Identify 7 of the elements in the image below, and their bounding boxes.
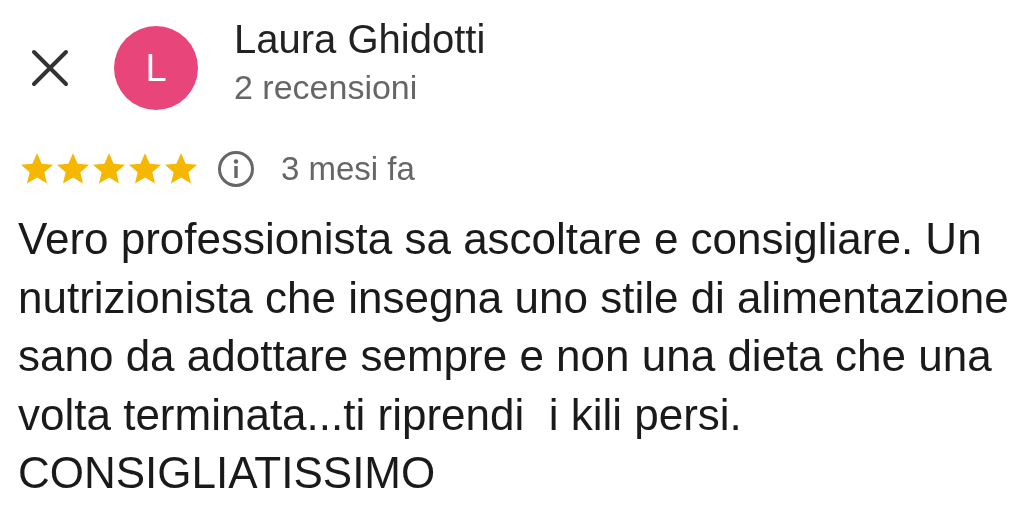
review-text: Vero professionista sa ascoltare e consigliare. Un nutrizionista che insegna uno stile di alimentazione sano da adottare sempre e non una dieta che una volta terminata...ti riprendi i kili persi. CONSIGLIATISSIMO bbox=[18, 213, 1010, 499]
avatar: L bbox=[114, 26, 198, 110]
review-count: 2 recensioni bbox=[234, 68, 419, 107]
close-icon bbox=[30, 48, 70, 88]
reviewer-name: Laura Ghidotti bbox=[234, 17, 486, 62]
info-icon[interactable] bbox=[217, 150, 255, 188]
review-date: 3 mesi fa bbox=[281, 150, 415, 188]
